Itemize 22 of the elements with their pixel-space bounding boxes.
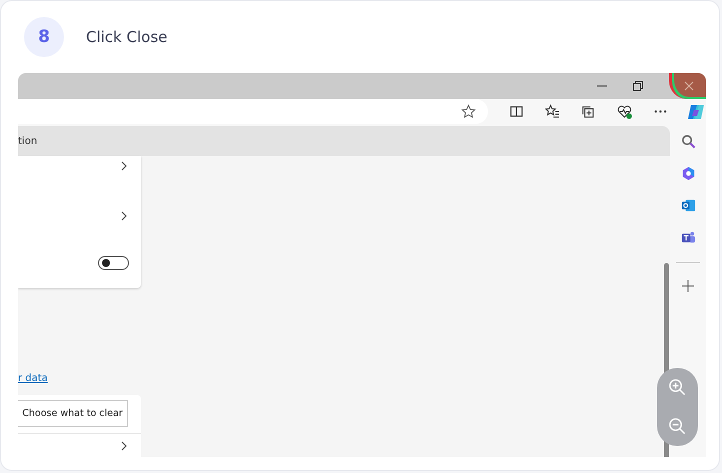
chevron-icon[interactable]: [121, 211, 127, 221]
chevron-icon[interactable]: [121, 441, 127, 451]
chevron-icon[interactable]: [121, 161, 127, 171]
hexagon-app-icon[interactable]: [680, 166, 696, 181]
toggle-switch[interactable]: [98, 256, 129, 270]
search-icon[interactable]: [680, 134, 696, 149]
restore-icon[interactable]: [633, 81, 643, 91]
mail-app-icon[interactable]: [680, 198, 696, 213]
clear-data-link[interactable]: r data: [18, 373, 48, 384]
close-icon: [684, 81, 694, 91]
header-title: tion: [18, 136, 38, 146]
step-instruction: Click Close: [86, 28, 168, 46]
add-icon[interactable]: [682, 280, 694, 292]
close-button[interactable]: [669, 73, 706, 99]
split-screen-icon[interactable]: [509, 104, 524, 119]
team-app-icon[interactable]: [680, 230, 696, 245]
collections-icon[interactable]: [581, 104, 596, 119]
heart-pulse-icon[interactable]: [617, 104, 632, 119]
choose-clear-button[interactable]: Choose what to clear: [18, 400, 128, 427]
favorites-icon[interactable]: [545, 104, 560, 119]
favorite-star-icon[interactable]: [461, 104, 476, 119]
step-number: 8: [24, 16, 64, 56]
